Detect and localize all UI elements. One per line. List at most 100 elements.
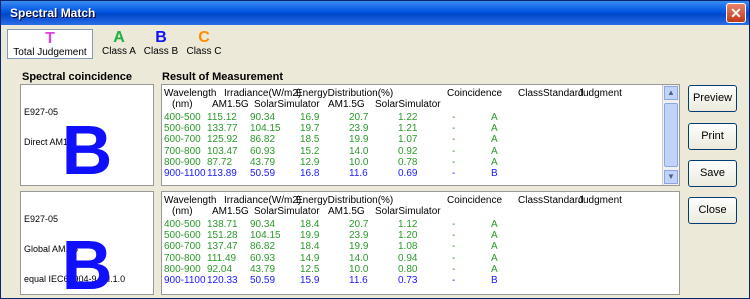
print-button[interactable]: Print <box>688 123 737 150</box>
header-am15g2: AM1.5G <box>328 206 365 217</box>
result-table-1[interactable]: ▲ ▼ Wavelength Irradiance(W/m2) EnergyDist… <box>161 84 680 186</box>
table-cell: 19.9 <box>349 241 369 253</box>
header-solarsim: SolarSimulator <box>254 99 320 110</box>
table-cell: A <box>491 134 498 146</box>
preview-button[interactable]: Preview <box>688 85 737 112</box>
table-cell: 10.0 <box>349 156 369 168</box>
result-table-2[interactable]: Wavelength Irradiance(W/m2) EnergyDistribu… <box>161 191 680 295</box>
header-am15g: AM1.5G <box>212 99 249 110</box>
table-cell: - <box>452 252 456 264</box>
panel-1-grade: B <box>61 111 113 189</box>
class-b-button[interactable]: B Class B <box>141 29 181 59</box>
table-cell: 12.5 <box>300 263 320 275</box>
table-cell: 16.8 <box>300 168 320 179</box>
table-cell: A <box>491 263 498 275</box>
table-cell: 43.79 <box>250 156 276 168</box>
window-close-button[interactable]: ✕ <box>726 3 746 23</box>
header-energy: EnergyDistribution(%) <box>296 88 394 99</box>
panel-2-grade: B <box>61 226 113 299</box>
table-cell: 1.08 <box>398 241 418 253</box>
header-wavelength: Wavelength <box>164 195 217 206</box>
table-cell: - <box>452 134 456 146</box>
table-cell: - <box>452 241 456 253</box>
table-cell: 15.2 <box>300 145 320 157</box>
table-cell: 104.15 <box>250 230 281 242</box>
table-cell: - <box>452 156 456 168</box>
table-cell: 103.47 <box>207 145 238 157</box>
header-energy: EnergyDistribution(%) <box>296 195 394 206</box>
save-button[interactable]: Save <box>688 160 737 187</box>
table-cell: 800-900 <box>164 156 201 168</box>
table-cell: 600-700 <box>164 134 201 146</box>
table-cell: 86.82 <box>250 241 276 253</box>
table-cell: 0.73 <box>398 275 418 286</box>
table-cell: 0.69 <box>398 168 418 179</box>
table-cell: 800-900 <box>164 263 201 275</box>
scroll-down-icon[interactable]: ▼ <box>664 170 678 184</box>
table-cell: 11.6 <box>349 275 368 286</box>
table-cell: 19.7 <box>300 123 320 135</box>
class-c-label: Class C <box>186 46 222 57</box>
header-classstd: ClassStandard <box>518 195 584 206</box>
table-cell: 113.89 <box>207 168 237 179</box>
header-judgment: Judgment <box>578 88 622 99</box>
table-cell: 15.9 <box>300 275 320 286</box>
table-cell: 60.93 <box>250 145 276 157</box>
table-cell: 151.28 <box>207 230 238 242</box>
table-cell: 14.0 <box>349 252 369 264</box>
table-cell: 12.9 <box>300 156 320 168</box>
header-solarsim2: SolarSimulator <box>375 99 441 110</box>
scroll-thumb[interactable] <box>664 103 678 167</box>
title-bar[interactable]: Spectral Match ✕ <box>1 1 749 25</box>
class-b-label: Class B <box>143 46 179 57</box>
coincidence-panel-2: E927-05 Global AM1.5 equal IEC60904-9 Ed… <box>20 191 154 298</box>
table-cell: A <box>491 112 498 123</box>
spectral-coincidence-label: Spectral coincidence <box>22 71 133 83</box>
table-cell: 1.21 <box>398 123 418 135</box>
total-judgement-label: Total Judgement <box>13 47 87 58</box>
class-a-button[interactable]: A Class A <box>99 29 139 59</box>
table-cell: 400-500 <box>164 219 201 230</box>
table-cell: 50.59 <box>250 168 276 179</box>
panel-2-standard: E927-05 <box>24 214 59 224</box>
spectral-match-window: Spectral Match ✕ T Total Judgement A Cla… <box>0 0 750 299</box>
table-cell: A <box>491 123 498 135</box>
header-nm: (nm) <box>172 99 193 110</box>
table-cell: - <box>452 219 456 230</box>
class-c-button[interactable]: C Class C <box>184 29 224 59</box>
table-cell: - <box>452 275 456 286</box>
table-cell: 111.49 <box>207 252 237 264</box>
header-judgment: Judgment <box>578 195 622 206</box>
table-cell: 133.77 <box>207 123 238 135</box>
window-title: Spectral Match <box>10 6 96 20</box>
table-cell: 11.6 <box>349 168 368 179</box>
table-cell: 10.0 <box>349 263 369 275</box>
total-judgement-button[interactable]: T Total Judgement <box>7 29 93 59</box>
table-cell: 0.80 <box>398 263 418 275</box>
result-1-scrollbar[interactable]: ▲ ▼ <box>662 85 679 185</box>
class-a-letter: A <box>113 29 125 46</box>
close-button[interactable]: Close <box>688 197 737 224</box>
table-cell: 1.22 <box>398 112 418 123</box>
table-cell: 115.12 <box>207 112 237 123</box>
scroll-up-icon[interactable]: ▲ <box>664 86 678 100</box>
table-cell: 19.9 <box>300 230 320 242</box>
table-cell: 104.15 <box>250 123 281 135</box>
table-cell: 0.92 <box>398 145 418 157</box>
table-cell: 87.72 <box>207 156 233 168</box>
table-cell: - <box>452 263 456 275</box>
table-cell: 900-1100 <box>164 168 206 179</box>
table-cell: 16.9 <box>300 112 320 123</box>
table-cell: 125.92 <box>207 134 238 146</box>
header-am15g: AM1.5G <box>212 206 249 217</box>
table-cell: 18.5 <box>300 134 320 146</box>
table-cell: A <box>491 156 498 168</box>
class-a-label: Class A <box>102 46 136 57</box>
header-solarsim2: SolarSimulator <box>375 206 441 217</box>
table-cell: 700-800 <box>164 145 201 157</box>
table-cell: B <box>491 275 498 286</box>
table-cell: 0.78 <box>398 156 418 168</box>
table-cell: 137.47 <box>207 241 238 253</box>
table-cell: - <box>452 145 456 157</box>
header-coincidence: Coincidence <box>447 195 503 206</box>
